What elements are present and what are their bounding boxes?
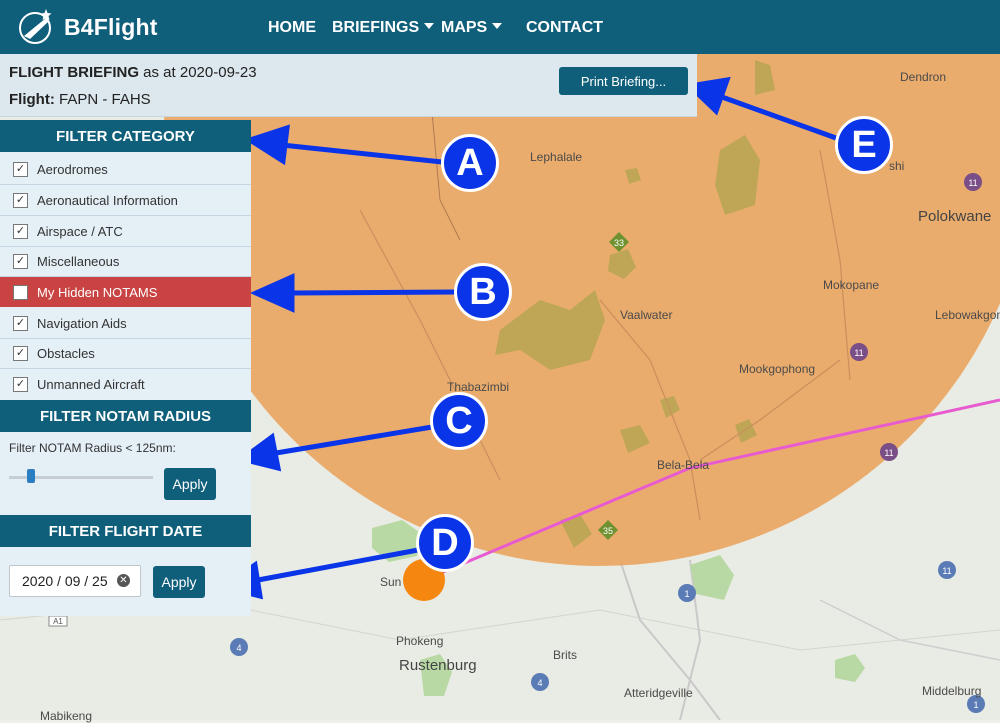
category-label: Navigation Aids xyxy=(37,315,127,331)
checkbox-icon[interactable]: ✓ xyxy=(13,315,28,331)
map-town: Mookgophong xyxy=(739,362,816,376)
flight-date-value: 2020 / 09 / 25 xyxy=(22,573,108,589)
category-navigation-aids[interactable]: ✓ Navigation Aids xyxy=(0,308,251,339)
checkbox-icon[interactable]: ✓ xyxy=(13,192,28,208)
briefing-title: FLIGHT BRIEFING xyxy=(9,64,139,81)
checkbox-icon[interactable]: ✓ xyxy=(13,161,28,177)
svg-text:11: 11 xyxy=(884,448,893,458)
road-label: 11 xyxy=(854,348,863,358)
map-town: Polokwane xyxy=(918,208,992,225)
radius-slider-handle[interactable] xyxy=(27,469,35,483)
checkbox-icon[interactable]: ✓ xyxy=(13,376,28,392)
nav-contact[interactable]: CONTACT xyxy=(526,19,603,37)
road-label: 11 xyxy=(968,178,977,188)
top-navbar: B4Flight HOME BRIEFINGS MAPS CONTACT xyxy=(0,0,1000,54)
nav-maps-label: MAPS xyxy=(441,19,488,36)
road-label: 11 xyxy=(942,566,951,576)
category-airspace-atc[interactable]: ✓ Airspace / ATC xyxy=(0,216,251,247)
map-town: Dendron xyxy=(900,70,947,84)
road-label: 4 xyxy=(537,678,542,688)
chevron-down-icon xyxy=(424,22,435,29)
category-label: Miscellaneous xyxy=(37,253,120,269)
road-label: 35 xyxy=(603,526,613,536)
nav-home[interactable]: HOME xyxy=(268,19,316,37)
category-unmanned-aircraft[interactable]: ✓ Unmanned Aircraft xyxy=(0,369,251,399)
category-my-hidden-notams[interactable]: My Hidden NOTAMS xyxy=(0,277,251,307)
annotation-badge-c: C xyxy=(430,392,488,450)
svg-text:1: 1 xyxy=(973,700,978,710)
map-town: Sun xyxy=(380,575,402,589)
svg-text:A1: A1 xyxy=(53,617,63,626)
map-town: Rustenburg xyxy=(399,657,477,674)
map-town: Mabikeng xyxy=(40,709,93,723)
radius-apply-button[interactable]: Apply xyxy=(164,468,216,500)
map-town: Brits xyxy=(553,648,577,662)
category-aerodromes[interactable]: ✓ Aerodromes xyxy=(0,154,251,185)
road-label: A1 xyxy=(53,617,63,626)
road-label: 1 xyxy=(684,589,689,599)
category-label: Airspace / ATC xyxy=(37,223,123,239)
checkbox-icon[interactable]: ✓ xyxy=(13,223,28,239)
flight-line: Flight: FAPN - FAHS xyxy=(9,91,151,108)
map-town: Middelburg xyxy=(922,684,982,698)
category-label: My Hidden NOTAMS xyxy=(37,284,158,300)
briefing-title-line: FLIGHT BRIEFING as at 2020-09-23 xyxy=(9,64,257,81)
annotation-badge-a: A xyxy=(441,134,499,192)
svg-text:1: 1 xyxy=(684,589,689,599)
filter-date-header: FILTER FLIGHT DATE xyxy=(0,515,251,547)
clear-icon[interactable]: ✕ xyxy=(117,574,130,587)
map-town: Lephalale xyxy=(530,150,583,164)
map-town: Lebowakgomo xyxy=(935,308,1000,322)
road-label: 11 xyxy=(884,448,893,458)
flight-label: Flight: xyxy=(9,91,55,108)
svg-text:4: 4 xyxy=(537,678,542,688)
nav-maps[interactable]: MAPS xyxy=(441,19,503,37)
svg-text:11: 11 xyxy=(854,348,863,358)
checkbox-icon[interactable]: ✓ xyxy=(13,345,28,361)
map-town: Bela-Bela xyxy=(657,458,710,472)
filter-category-header: FILTER CATEGORY xyxy=(0,120,251,152)
chevron-down-icon xyxy=(492,22,503,29)
brand-logo[interactable]: B4Flight xyxy=(16,6,158,48)
nav-briefings[interactable]: BRIEFINGS xyxy=(332,19,435,37)
print-briefing-button[interactable]: Print Briefing... xyxy=(559,67,688,95)
map-town: shi xyxy=(889,159,905,173)
map-town: Phokeng xyxy=(396,634,444,648)
map-town: Vaalwater xyxy=(620,308,673,322)
plane-logo-icon xyxy=(19,9,52,44)
map-town: Atteridgeville xyxy=(624,686,693,700)
category-obstacles[interactable]: ✓ Obstacles xyxy=(0,338,251,369)
annotation-badge-e: E xyxy=(835,116,893,174)
svg-text:11: 11 xyxy=(942,566,951,576)
category-label: Unmanned Aircraft xyxy=(37,376,145,392)
road-label: 4 xyxy=(236,643,241,653)
filter-radius-header: FILTER NOTAM RADIUS xyxy=(0,400,251,432)
checkbox-icon[interactable] xyxy=(13,284,28,300)
radius-label: Filter NOTAM Radius < 125nm: xyxy=(9,441,176,455)
date-apply-button[interactable]: Apply xyxy=(153,566,205,598)
category-aeronautical-information[interactable]: ✓ Aeronautical Information xyxy=(0,185,251,216)
category-label: Aeronautical Information xyxy=(37,192,178,208)
map-town: Mokopane xyxy=(823,278,880,292)
category-label: Obstacles xyxy=(37,345,95,361)
brand-name: B4Flight xyxy=(64,13,158,40)
briefing-date: as at 2020-09-23 xyxy=(143,64,257,81)
annotation-badge-d: D xyxy=(416,514,474,572)
nav-briefings-label: BRIEFINGS xyxy=(332,19,420,36)
category-label: Aerodromes xyxy=(37,161,108,177)
flight-date-input[interactable]: 2020 / 09 / 25 ✕ xyxy=(9,565,141,597)
svg-text:11: 11 xyxy=(968,178,977,188)
road-label: 33 xyxy=(614,238,624,248)
category-miscellaneous[interactable]: ✓ Miscellaneous xyxy=(0,246,251,277)
checkbox-icon[interactable]: ✓ xyxy=(13,253,28,269)
road-label: 1 xyxy=(973,700,978,710)
svg-text:35: 35 xyxy=(603,526,613,536)
annotation-badge-b: B xyxy=(454,263,512,321)
flight-value: FAPN - FAHS xyxy=(59,91,151,108)
svg-text:4: 4 xyxy=(236,643,241,653)
